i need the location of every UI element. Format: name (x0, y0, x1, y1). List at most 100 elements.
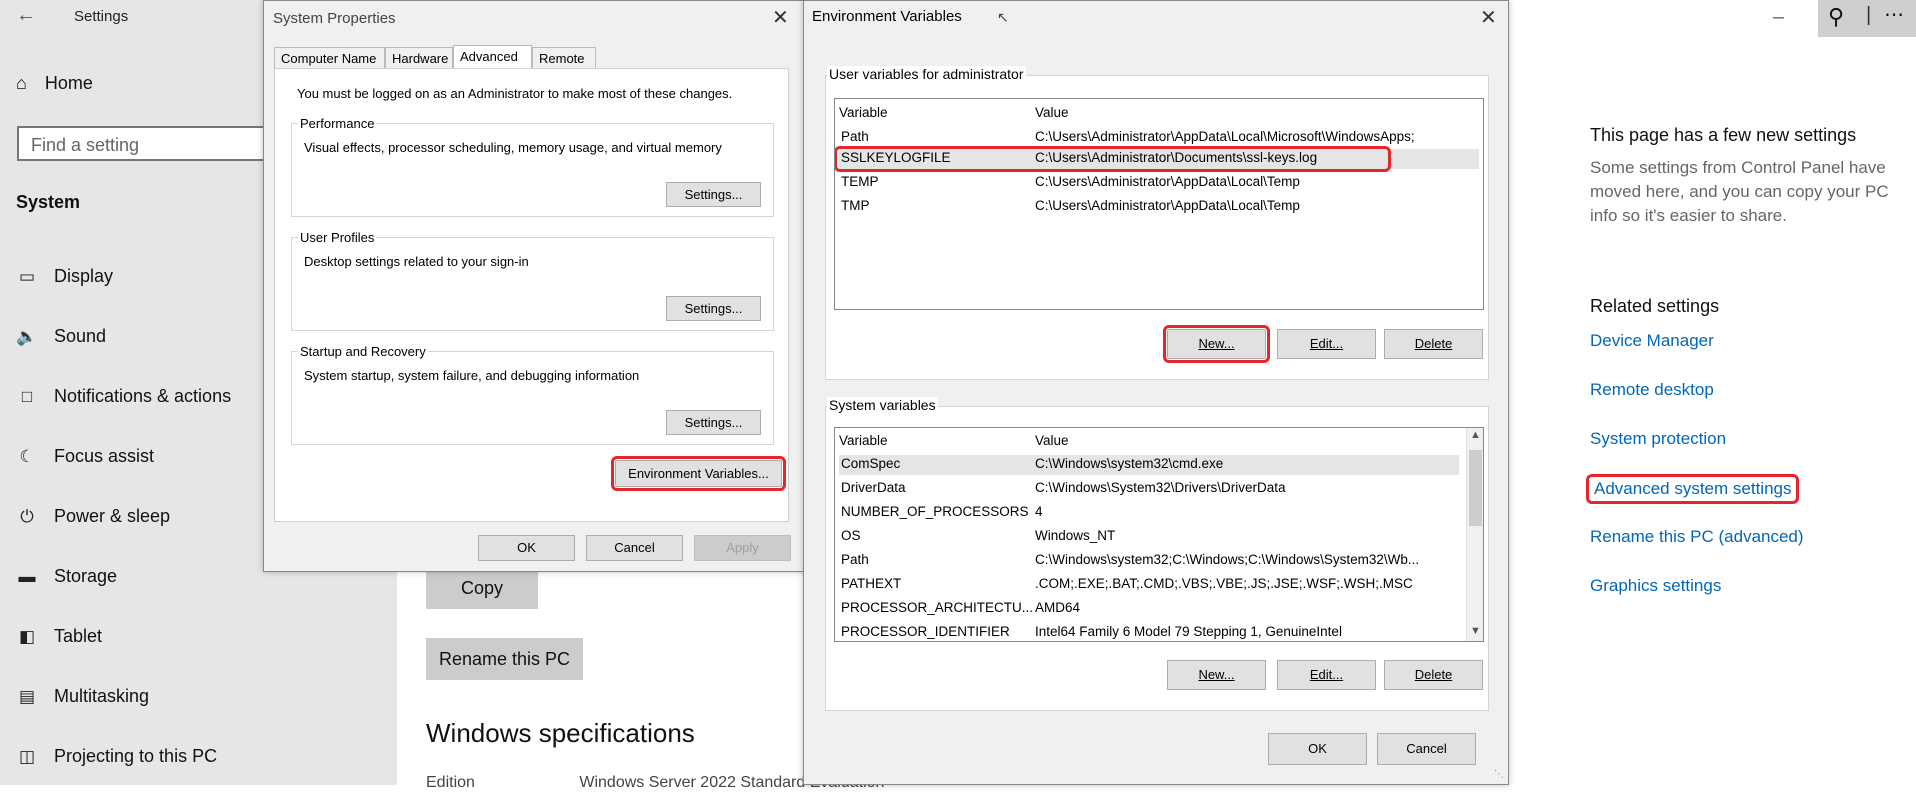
list-header: Value (1035, 105, 1069, 120)
user-edit-button[interactable]: Edit... (1277, 329, 1376, 359)
performance-label: Performance (298, 116, 377, 131)
nav-item-power-sleep[interactable]: ⏻ Power & sleep (16, 506, 170, 527)
resize-grip-icon[interactable]: ⋱ (1494, 769, 1504, 780)
tab-advanced[interactable]: Advanced (453, 45, 532, 69)
variable-value: C:\Users\Administrator\AppData\Local\Tem… (1035, 174, 1300, 189)
nav-item-label: Notifications & actions (54, 386, 232, 406)
windows-specifications-heading: Windows specifications (426, 718, 695, 748)
tablet-icon: ◧ (18, 626, 36, 646)
nav-item-label: Multitasking (54, 686, 150, 706)
close-icon[interactable]: ✕ (772, 5, 789, 30)
startup-settings-button[interactable]: Settings... (666, 410, 761, 435)
variable-value: C:\Windows\system32;C:\Windows;C:\Window… (1035, 552, 1420, 567)
close-icon[interactable]: ✕ (1480, 5, 1497, 30)
system-delete-button[interactable]: Delete (1384, 660, 1483, 690)
rename-pc-button[interactable]: Rename this PC (426, 638, 583, 680)
nav-item-sound[interactable]: 🔈 Sound (16, 326, 106, 347)
system-variables-scrollbar[interactable]: ▲ ▼ (1466, 428, 1483, 641)
system-edit-button[interactable]: Edit... (1277, 660, 1376, 690)
admin-notice: You must be logged on as an Administrato… (297, 86, 733, 101)
storage-icon: ▬ (18, 566, 36, 586)
column-value-header[interactable]: Value (1035, 433, 1069, 448)
mouse-cursor-icon: ↖ (997, 9, 1009, 25)
nav-item-projecting[interactable]: ◫ Projecting to this PC (16, 746, 217, 767)
variable-value: C:\Users\Administrator\AppData\Local\Tem… (1035, 198, 1300, 213)
new-settings-text: Some settings from Control Panel have mo… (1590, 158, 1889, 225)
variable-name: NUMBER_OF_PROCESSORS (841, 504, 1029, 519)
startup-recovery-label: Startup and Recovery (298, 344, 428, 359)
user-variables-group: User variables for administrator Variabl… (825, 66, 1489, 380)
column-variable-header[interactable]: Variable (839, 105, 888, 120)
settings-right-panel: This page has a few new settings Some se… (1510, 0, 1916, 785)
environment-variables-title: Environment Variables (812, 8, 962, 25)
sysprop-cancel-button[interactable]: Cancel (586, 535, 683, 561)
variable-name: PROCESSOR_ARCHITECTU... (841, 600, 1034, 615)
list-header: Variable (839, 433, 888, 448)
system-protection-link[interactable]: System protection (1590, 429, 1726, 449)
scroll-down-icon[interactable]: ▼ (1470, 625, 1481, 637)
minimize-icon[interactable]: – (1773, 6, 1784, 29)
back-arrow-icon[interactable]: ← (16, 4, 36, 27)
environment-variables-button[interactable]: Environment Variables... (611, 456, 786, 491)
variable-value: AMD64 (1035, 600, 1081, 615)
system-properties-title: System Properties (273, 10, 396, 27)
tab-remote[interactable]: Remote (532, 47, 596, 70)
list-header: Variable (839, 105, 888, 120)
scrollbar-thumb[interactable] (1469, 450, 1482, 526)
copy-button[interactable]: Copy (426, 567, 538, 609)
performance-desc: Visual effects, processor scheduling, me… (304, 140, 722, 155)
variable-name: DriverData (841, 480, 906, 495)
divider-icon: | (1866, 4, 1872, 26)
column-variable-header[interactable]: Variable (839, 433, 888, 448)
projecting-icon: ◫ (18, 746, 36, 766)
nav-item-label: Tablet (54, 626, 103, 646)
env-ok-button[interactable]: OK (1268, 733, 1367, 765)
nav-item-multitasking[interactable]: ▤ Multitasking (16, 686, 149, 707)
user-new-button[interactable]: New... (1163, 325, 1270, 363)
variable-name: Path (841, 129, 869, 144)
sysprop-apply-button[interactable]: Apply (694, 535, 791, 561)
device-manager-link[interactable]: Device Manager (1590, 331, 1714, 351)
system-variables-list[interactable]: Variable Value ComSpec C:\Windows\system… (834, 427, 1484, 642)
nav-item-tablet[interactable]: ◧ Tablet (16, 626, 102, 647)
nav-item-display[interactable]: ▭ Display (16, 266, 113, 287)
focus-assist-icon: ☾ (19, 446, 35, 466)
variable-name: TMP (841, 198, 870, 213)
variable-name: ComSpec (841, 456, 901, 471)
sysprop-ok-button[interactable]: OK (478, 535, 575, 561)
find-setting-search-input[interactable]: Find a setting (17, 126, 287, 161)
home-nav-item[interactable]: ⌂ Home (16, 73, 93, 94)
nav-item-focus-assist[interactable]: ☾ Focus assist (16, 446, 154, 467)
column-value-header[interactable]: Value (1035, 105, 1069, 120)
user-profiles-desc: Desktop settings related to your sign-in (304, 254, 529, 269)
rename-pc-advanced-link[interactable]: Rename this PC (advanced) (1590, 527, 1804, 547)
system-variables-group: System variables Variable Value ComSpec … (825, 397, 1489, 711)
tab-hardware[interactable]: Hardware (385, 47, 453, 70)
zoom-icon[interactable]: ⚲ (1828, 4, 1844, 30)
scroll-up-icon[interactable]: ▲ (1470, 429, 1481, 441)
startup-recovery-desc: System startup, system failure, and debu… (304, 368, 640, 383)
performance-group: Performance Visual effects, processor sc… (291, 116, 774, 217)
performance-settings-button[interactable]: Settings... (666, 182, 761, 207)
remote-desktop-link[interactable]: Remote desktop (1590, 380, 1714, 400)
power-icon: ⏻ (20, 506, 34, 526)
user-profiles-settings-button[interactable]: Settings... (666, 296, 761, 321)
more-options-icon[interactable]: ⋯ (1884, 2, 1904, 27)
nav-item-label: Power & sleep (54, 506, 171, 526)
user-variables-label: User variables for administrator (827, 66, 1026, 82)
graphics-settings-link[interactable]: Graphics settings (1590, 576, 1721, 596)
user-delete-button[interactable]: Delete (1384, 329, 1483, 359)
list-header: Value (1035, 433, 1069, 448)
advanced-system-settings-link[interactable]: Advanced system settings (1585, 474, 1800, 504)
system-new-button[interactable]: New... (1167, 660, 1266, 690)
env-cancel-button[interactable]: Cancel (1377, 733, 1476, 765)
sound-icon: 🔈 (16, 326, 38, 346)
tab-computer-name[interactable]: Computer Name (274, 47, 385, 70)
nav-item-storage[interactable]: ▬ Storage (16, 566, 118, 587)
system-properties-dialog: System Properties ✕ Computer Name Hardwa… (263, 0, 805, 572)
variable-value: C:\Windows\system32\cmd.exe (1035, 456, 1224, 471)
user-variables-list[interactable]: Variable Value Path C:\Users\Administrat… (834, 98, 1484, 310)
variable-value: C:\Users\Administrator\AppData\Local\Mic… (1035, 129, 1415, 144)
variable-value: 4 (1035, 504, 1043, 519)
nav-item-notifications[interactable]: □ Notifications & actions (16, 386, 231, 407)
